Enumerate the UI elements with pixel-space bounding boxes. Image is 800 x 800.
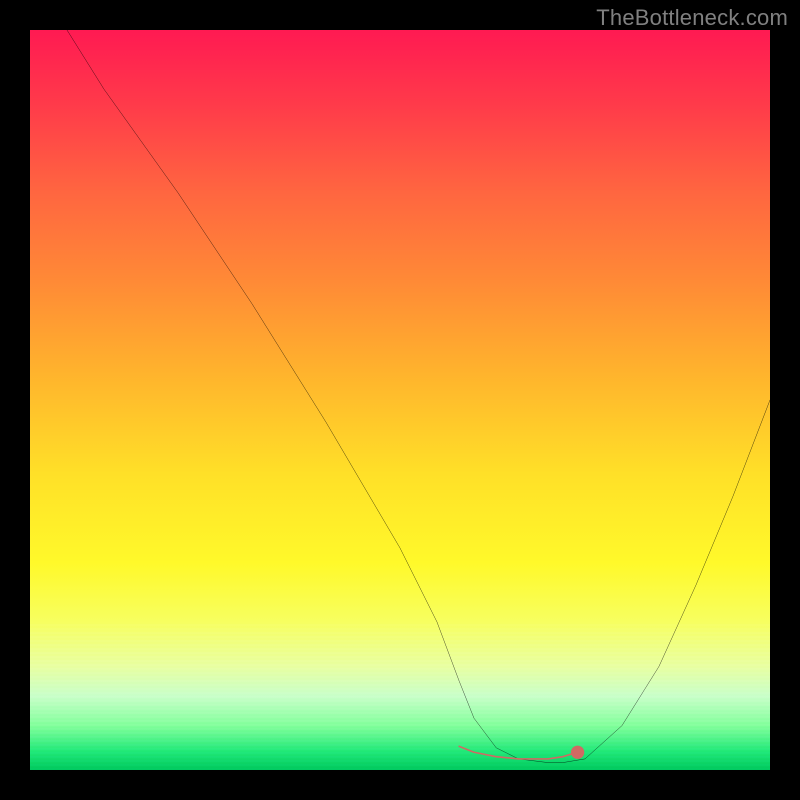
- chart-svg: [30, 30, 770, 770]
- bottleneck-curve: [67, 30, 770, 763]
- watermark-text: TheBottleneck.com: [596, 5, 788, 31]
- marker-dot: [571, 746, 584, 759]
- chart-area: [30, 30, 770, 770]
- outer-frame: TheBottleneck.com: [0, 0, 800, 800]
- optimal-range-marker: [459, 746, 577, 759]
